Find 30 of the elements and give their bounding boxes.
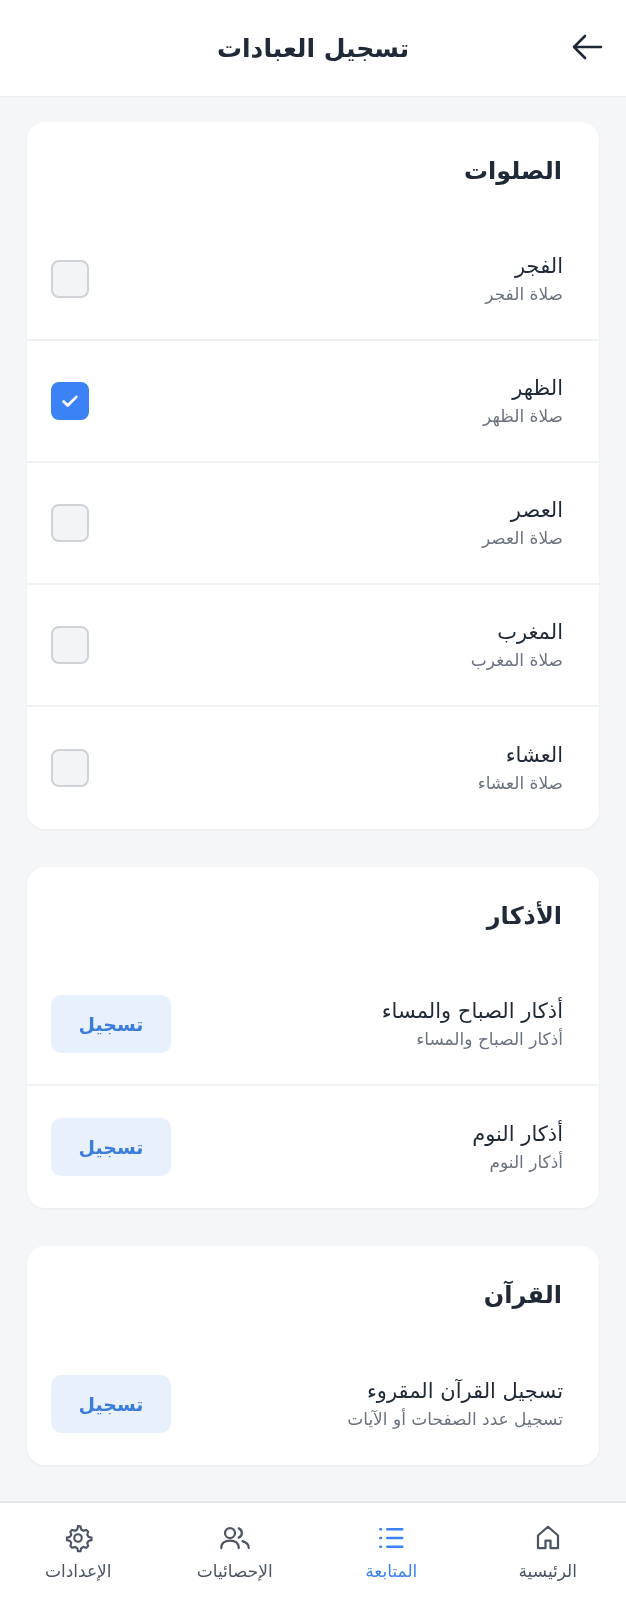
item-subtitle: صلاة العشاء: [477, 773, 563, 793]
item-subtitle: تسجيل عدد الصفحات أو الآيات: [347, 1409, 563, 1429]
item-title: المغرب: [496, 620, 563, 644]
item-subtitle: صلاة المغرب: [470, 650, 563, 670]
section-title: الصلوات: [463, 156, 562, 185]
log-button[interactable]: تسجيل: [51, 1375, 171, 1433]
item-title: تسجيل القرآن المقروء: [365, 1379, 563, 1403]
item-subtitle: أذكار النوم: [488, 1152, 563, 1172]
item-title: أذكار الصباح والمساء: [381, 999, 563, 1023]
settings-icon: [63, 1522, 94, 1553]
nav-tab[interactable]: المتابعة: [313, 1503, 470, 1600]
section-title: القرآن: [483, 1280, 562, 1309]
nav-tab[interactable]: الرئيسية: [469, 1503, 626, 1600]
item-title: الفجر: [513, 254, 563, 278]
item-title: أذكار النوم: [472, 1122, 563, 1146]
log-button[interactable]: تسجيل: [51, 995, 171, 1053]
item-subtitle: أذكار الصباح والمساء: [415, 1029, 563, 1049]
item-subtitle: صلاة الفجر: [485, 284, 563, 304]
item-title: الظهر: [510, 376, 563, 400]
back-button[interactable]: [570, 32, 604, 62]
nav-tab[interactable]: الإعدادات: [0, 1503, 157, 1600]
checkbox[interactable]: [51, 382, 89, 420]
section-title: الأذكار: [486, 901, 562, 930]
item-title: العشاء: [504, 743, 563, 767]
item-title: العصر: [509, 498, 563, 522]
item-subtitle: صلاة العصر: [481, 528, 563, 548]
nav-tab[interactable]: الإحصائيات: [156, 1503, 313, 1600]
log-button[interactable]: تسجيل: [51, 1118, 171, 1176]
page-title: تسجيل العبادات: [216, 33, 410, 63]
item-subtitle: صلاة الظهر: [483, 406, 563, 426]
